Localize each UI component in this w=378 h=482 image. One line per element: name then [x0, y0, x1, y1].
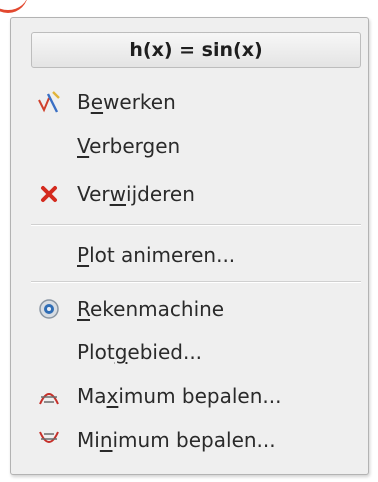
menu-item-label: Rekenmachine	[77, 297, 225, 321]
maximum-icon	[21, 375, 77, 417]
menu-item-calculator[interactable]: Rekenmachine	[21, 288, 369, 330]
calculator-icon	[21, 288, 77, 330]
menu-item-label: Plot animeren...	[77, 243, 236, 267]
menu-item-delete[interactable]: Verwijderen	[21, 173, 369, 215]
menu-item-label: Verbergen	[77, 134, 181, 158]
menu-item-animate[interactable]: Plot animeren...	[21, 234, 369, 276]
menu-item-minimum[interactable]: Minimum bepalen...	[21, 419, 369, 461]
menu-item-maximum[interactable]: Maximum bepalen...	[21, 375, 369, 417]
menu-separator	[31, 281, 361, 283]
menu-item-hide[interactable]: Verbergen	[21, 125, 369, 167]
menu-item-label: Bewerken	[77, 90, 176, 114]
context-menu: h(x) = sin(x) Bewerken Verbergen Verwijd…	[10, 17, 369, 475]
menu-item-label: Plotgebied...	[77, 340, 203, 364]
menu-title: h(x) = sin(x)	[31, 32, 361, 68]
edit-plot-icon	[21, 81, 77, 123]
minimum-icon	[21, 419, 77, 461]
delete-icon	[21, 173, 77, 215]
menu-item-label: Minimum bepalen...	[77, 428, 276, 452]
plot-curve-fragment	[0, 0, 28, 13]
menu-item-plot-area[interactable]: Plotgebied...	[21, 331, 369, 373]
menu-item-edit[interactable]: Bewerken	[21, 81, 369, 123]
menu-item-label: Maximum bepalen...	[77, 384, 282, 408]
menu-separator	[31, 224, 361, 226]
menu-item-label: Verwijderen	[77, 182, 195, 206]
